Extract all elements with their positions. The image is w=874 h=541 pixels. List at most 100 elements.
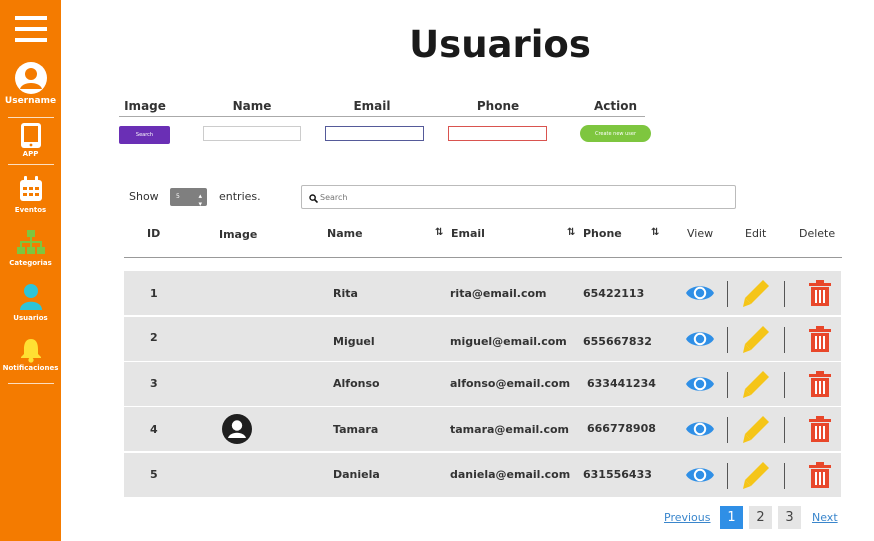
table-row: 2 Miguel miguel@email.com 655667832 [124,317,841,361]
row-id: 2 [150,331,158,344]
row-phone: 666778908 [587,422,656,435]
sort-icon[interactable]: ⇅ [435,227,443,238]
sidebar-divider [8,117,54,118]
pencil-icon[interactable] [742,369,770,399]
row-name: Miguel [333,335,375,348]
filter-header-name: Name [232,99,272,113]
bell-icon [20,339,41,363]
filter-header-phone: Phone [476,99,520,113]
table-search-input[interactable] [320,189,720,205]
trash-icon[interactable] [809,462,831,488]
row-name: Daniela [333,468,380,481]
row-phone: 65422113 [583,287,645,300]
action-separator [727,417,728,443]
hamburger-icon [14,16,47,42]
column-header-id[interactable]: ID [147,227,160,240]
filter-header-action: Action [593,99,638,113]
row-email: rita@email.com [450,287,547,300]
sidebar: Username APP Eventos Categorias Usuarios… [0,0,61,541]
eye-icon[interactable] [685,282,715,304]
row-phone: 633441234 [587,377,656,390]
column-header-phone[interactable]: Phone [583,227,622,240]
pagination-page-1[interactable]: 1 [720,506,743,529]
user-icon [19,284,42,310]
sidebar-item-label: Usuarios [13,314,48,322]
username-label: Username [4,96,57,106]
search-button[interactable]: Search [119,126,170,144]
column-header-name[interactable]: Name [327,227,363,240]
entries-value: 5 [176,193,180,200]
create-user-button[interactable]: Create new user [580,125,651,142]
row-email: daniela@email.com [450,468,571,481]
row-id: 1 [150,287,158,300]
row-email: alfonso@email.com [450,377,571,390]
updown-arrow-icon: ▴ ▾ [198,192,202,208]
sidebar-divider [8,383,54,384]
filter-header-email: Email [353,99,391,113]
column-header-email[interactable]: Email [451,227,485,240]
action-separator [784,372,785,398]
trash-icon[interactable] [809,371,831,397]
eye-icon[interactable] [685,418,715,440]
row-name: Tamara [333,423,379,436]
trash-icon[interactable] [809,326,831,352]
pencil-icon[interactable] [742,324,770,354]
hierarchy-icon [16,230,45,254]
name-filter-input[interactable] [203,126,301,141]
eye-icon[interactable] [685,464,715,486]
tablet-icon [20,123,41,148]
sidebar-item-label: Eventos [14,206,47,214]
row-phone: 631556433 [583,468,652,481]
row-name: Rita [333,287,358,300]
avatar-icon [222,414,252,444]
action-separator [784,417,785,443]
row-email: tamara@email.com [450,423,570,436]
phone-filter-input[interactable] [448,126,547,141]
entries-label: entries. [219,190,261,203]
calendar-icon [19,176,42,201]
header-divider [124,257,842,258]
sidebar-item-usuarios[interactable]: Usuarios [0,283,61,322]
action-separator [784,463,785,489]
user-profile[interactable]: Username [0,61,61,106]
row-id: 4 [150,423,158,436]
pencil-icon[interactable] [742,278,770,308]
show-label: Show [129,190,159,203]
search-icon [309,194,318,203]
row-id: 5 [150,468,158,481]
sidebar-item-app[interactable]: APP [0,122,61,158]
filter-divider [119,116,645,117]
table-row: 5 Daniela daniela@email.com 631556433 [124,453,841,497]
pencil-icon[interactable] [742,460,770,490]
column-header-edit: Edit [745,227,767,240]
sort-icon[interactable]: ⇅ [567,227,575,238]
sidebar-item-categorias[interactable]: Categorias [0,230,61,267]
pencil-icon[interactable] [742,414,770,444]
entries-select[interactable]: 5 ▴ ▾ [170,188,207,208]
sidebar-item-label: Categorias [9,259,52,267]
email-filter-input[interactable] [325,126,424,141]
trash-icon[interactable] [809,280,831,306]
eye-icon[interactable] [685,328,715,350]
sort-icon[interactable]: ⇅ [651,227,659,238]
table-row: 3 Alfonso alfonso@email.com 633441234 [124,362,841,406]
sidebar-item-eventos[interactable]: Eventos [0,176,61,214]
action-separator [727,281,728,307]
sidebar-item-notificaciones[interactable]: Notificaciones [0,338,61,372]
trash-icon[interactable] [809,416,831,442]
sidebar-item-label: APP [22,150,39,158]
pagination-page-2[interactable]: 2 [749,506,772,529]
pagination-page-3[interactable]: 3 [778,506,801,529]
menu-button[interactable] [0,14,61,44]
pagination-previous[interactable]: Previous [664,511,711,524]
eye-icon[interactable] [685,373,715,395]
action-separator [784,281,785,307]
column-header-view: View [687,227,714,240]
pagination-next[interactable]: Next [812,511,838,524]
table-row: 1 Rita rita@email.com 65422113 [124,271,841,315]
table-search[interactable] [301,185,736,209]
table-row: 4 Tamara tamara@email.com 666778908 [124,407,841,451]
page-title: Usuarios [409,23,591,66]
sidebar-divider [8,164,54,165]
column-header-image[interactable]: Image [219,228,257,241]
